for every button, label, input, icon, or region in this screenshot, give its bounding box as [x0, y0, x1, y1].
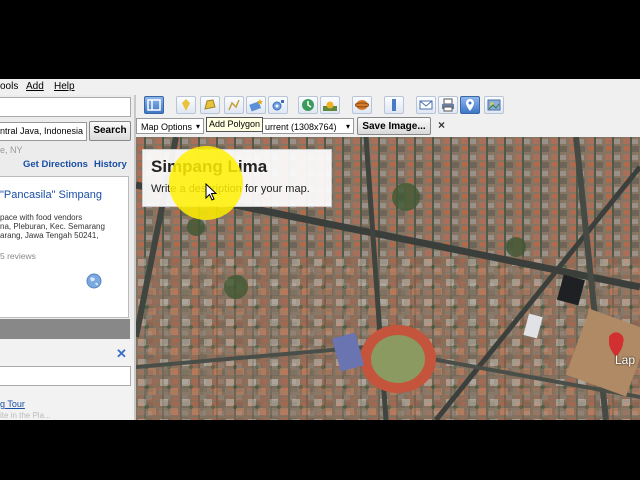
tour-subtext: ite in the Pla...	[0, 411, 51, 420]
result-reviews[interactable]: 5 reviews	[0, 251, 36, 261]
save-image-button[interactable]: Save Image...	[357, 117, 431, 135]
places-input[interactable]	[0, 366, 131, 386]
result-address-line: na, Pleburan, Kec. Semarang	[0, 222, 105, 231]
record-tour-button[interactable]	[268, 96, 288, 114]
add-path-button[interactable]	[224, 96, 244, 114]
print-icon	[442, 98, 454, 112]
result-address-line: arang, Jawa Tengah 50241,	[0, 231, 99, 240]
add-polygon-tooltip: Add Polygon	[206, 117, 264, 132]
search-button[interactable]: Search	[89, 121, 131, 141]
image-size-label: urrent (1308x764)	[265, 122, 337, 132]
search-input[interactable]: ntral Java, Indonesia	[0, 122, 87, 141]
view-in-maps-button[interactable]	[460, 96, 480, 114]
record-tour-icon	[272, 100, 284, 111]
ruler-button[interactable]	[384, 96, 404, 114]
chevron-down-icon: ▾	[195, 122, 200, 131]
map-place-label[interactable]: Lap	[615, 353, 635, 367]
menu-add[interactable]: Add	[26, 81, 44, 92]
globe-icon[interactable]	[86, 273, 102, 289]
result-address-line: pace with food vendors	[0, 213, 83, 222]
close-save-image-bar-icon[interactable]: ×	[438, 118, 445, 132]
mouse-cursor-icon	[205, 183, 217, 201]
save-image-icon	[487, 99, 501, 111]
placemark-button[interactable]	[176, 96, 196, 114]
result-name-link[interactable]: "Pancasila" Simpang	[0, 189, 102, 201]
historical-imagery-button[interactable]	[298, 96, 318, 114]
chevron-down-icon: ▾	[345, 122, 350, 131]
sidebar-icon	[147, 99, 161, 111]
print-button[interactable]	[438, 96, 458, 114]
add-polygon-button[interactable]	[200, 96, 220, 114]
save-image-tool-button[interactable]	[484, 96, 504, 114]
email-icon	[419, 100, 433, 110]
menu-help[interactable]: Help	[54, 81, 75, 92]
image-overlay-button[interactable]	[246, 96, 266, 114]
left-panel: ntral Java, Indonesia Search e, NY Get D…	[0, 95, 134, 420]
sidebar-toggle-button[interactable]	[144, 96, 164, 114]
panel-divider	[0, 319, 130, 339]
historical-imagery-icon	[302, 99, 314, 111]
menu-help-label: Help	[54, 81, 75, 92]
history-link[interactable]: History	[94, 159, 127, 170]
email-button[interactable]	[416, 96, 436, 114]
sunlight-icon	[323, 101, 337, 111]
search-hint: e, NY	[0, 145, 23, 155]
tour-link[interactable]: g Tour	[0, 399, 25, 409]
placemark-icon	[182, 99, 190, 111]
ruler-icon	[392, 99, 396, 111]
map-options-label: Map Options	[141, 122, 193, 132]
google-earth-window: ools Add Help ntral Java, Indonesia Sear…	[0, 79, 640, 420]
add-path-icon	[228, 99, 240, 111]
planet-icon	[355, 100, 369, 110]
menu-tools[interactable]: ools	[0, 81, 18, 92]
sunlight-button[interactable]	[320, 96, 340, 114]
places-panel: ✕ g Tour ite in the Pla...	[0, 339, 134, 420]
add-polygon-icon	[204, 99, 216, 110]
menu-bar: ools Add Help	[0, 79, 134, 95]
image-overlay-icon	[249, 99, 263, 112]
menu-add-label: Add	[26, 81, 44, 92]
get-directions-link[interactable]: Get Directions	[23, 159, 88, 170]
view-in-maps-icon	[466, 99, 474, 111]
map-options-dropdown[interactable]: Map Options ▾	[136, 118, 204, 134]
image-size-dropdown[interactable]: urrent (1308x764) ▾	[262, 118, 354, 134]
planet-switch-button[interactable]	[352, 96, 372, 114]
close-icon[interactable]: ✕	[116, 346, 127, 362]
search-panel-header	[0, 97, 131, 117]
search-result-card[interactable]: "Pancasila" Simpang pace with food vendo…	[0, 176, 129, 318]
